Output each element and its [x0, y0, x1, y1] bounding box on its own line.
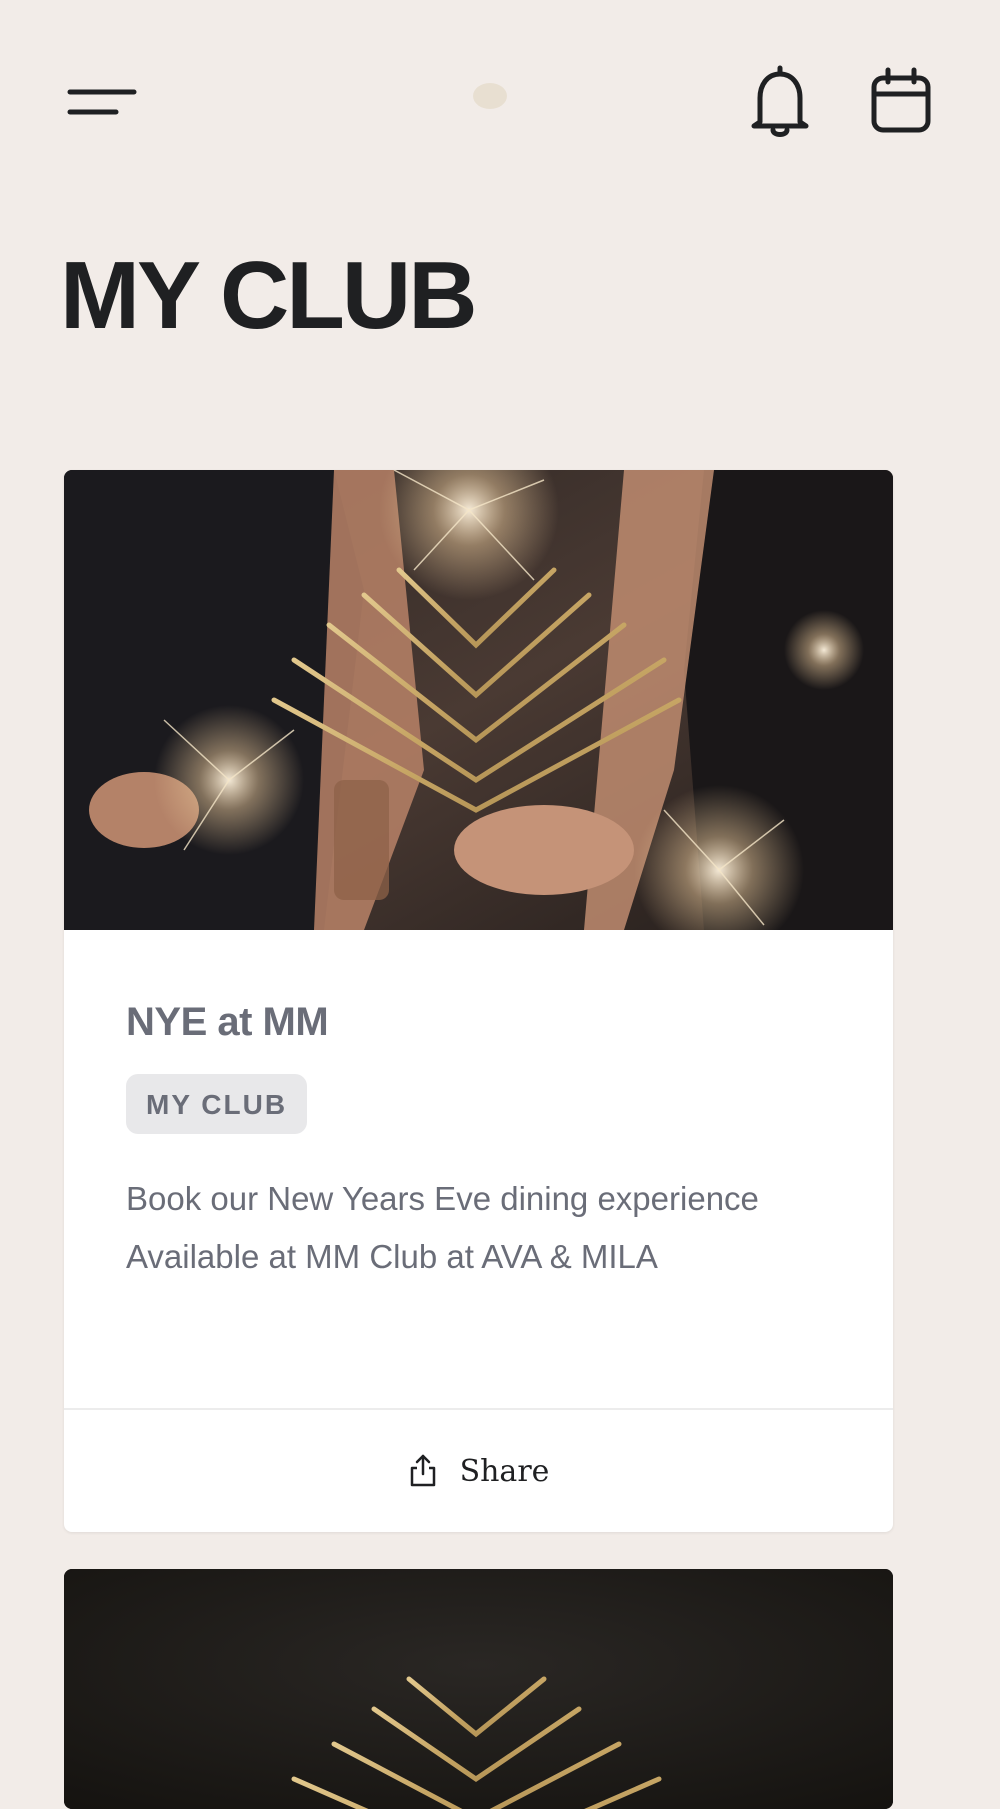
share-button[interactable]: Share: [64, 1410, 893, 1532]
menu-icon: [67, 89, 137, 115]
calendar-icon: [871, 67, 931, 133]
share-label: Share: [459, 1453, 550, 1489]
event-card[interactable]: NYE at MM MY CLUB Book our New Years Eve…: [64, 470, 893, 1532]
calendar-button[interactable]: [866, 66, 936, 138]
event-image: [64, 1569, 893, 1809]
event-description: Book our New Years Eve dining experience…: [126, 1170, 846, 1286]
event-image: [64, 470, 893, 930]
menu-button[interactable]: [60, 78, 140, 128]
top-bar: [0, 0, 1000, 200]
event-description-line-2: Available at MM Club at AVA & MILA: [126, 1238, 658, 1275]
event-description-line-1: Book our New Years Eve dining experience: [126, 1180, 759, 1217]
page-title: MY CLUB: [60, 242, 478, 349]
notifications-button[interactable]: [748, 62, 812, 142]
palm-logo-icon: [470, 78, 510, 114]
category-badge: MY CLUB: [126, 1074, 308, 1134]
event-card[interactable]: [64, 1569, 893, 1809]
share-icon: [410, 1454, 435, 1487]
event-title: NYE at MM: [126, 1000, 329, 1044]
bell-icon: [751, 65, 809, 137]
